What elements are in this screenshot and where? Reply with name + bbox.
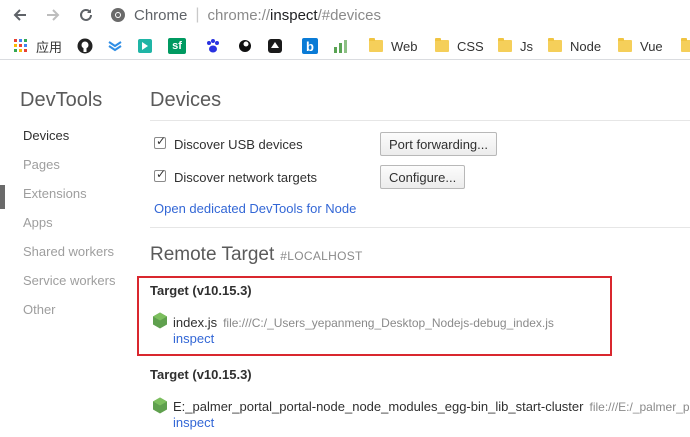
reload-icon	[80, 8, 92, 21]
sf-icon-text: sf	[172, 40, 182, 52]
sidebar-item-apps[interactable]: Apps	[23, 214, 53, 232]
address-separator: |	[195, 6, 200, 23]
bookmark-apps[interactable]: 应用	[13, 36, 62, 56]
bookmark-folder-overflow[interactable]	[680, 36, 690, 56]
forward-arrow-icon	[47, 9, 60, 21]
devices-panel: Devices Discover USB devices Port forwar…	[150, 60, 690, 437]
bookmark-label: Vue	[640, 38, 663, 54]
bookmark-label: Js	[520, 38, 533, 54]
nodejs-icon	[153, 397, 167, 414]
folder-icon	[497, 38, 513, 54]
target-header: Target (v10.15.3)	[150, 367, 252, 382]
page-title: Devices	[150, 89, 222, 111]
bing-icon: b	[302, 38, 318, 54]
remote-target-title: Remote Target	[150, 244, 275, 265]
forward-button[interactable]	[42, 4, 64, 26]
bookmark-teal-icon	[137, 38, 153, 54]
sidebar-item-service-workers[interactable]: Service workers	[23, 272, 115, 290]
folder-icon	[617, 38, 633, 54]
discover-usb-checkbox[interactable]	[154, 134, 166, 149]
back-arrow-icon	[13, 9, 26, 21]
title-divider	[150, 120, 690, 121]
bookmark-blue[interactable]	[107, 36, 123, 56]
bookmark-folder-node[interactable]: Node	[547, 36, 601, 56]
discover-network-label: Discover network targets	[174, 170, 318, 185]
discover-network-checkbox[interactable]	[154, 167, 166, 182]
active-item-indicator	[0, 185, 5, 209]
discover-usb-label: Discover USB devices	[174, 137, 303, 152]
bookmark-label: 应用	[36, 39, 63, 55]
bookmark-folder-css[interactable]: CSS	[434, 36, 484, 56]
sidebar-item-extensions[interactable]: Extensions	[23, 185, 87, 203]
apps-grid-icon	[13, 38, 29, 54]
sidebar-item-pages[interactable]: Pages	[23, 156, 60, 174]
bookmark-label: Node	[570, 38, 602, 54]
folder-icon	[547, 38, 563, 54]
github-icon	[77, 38, 93, 54]
address-host: inspect	[270, 6, 318, 24]
devtools-sidebar: DevTools Devices Pages Extensions Apps S…	[0, 60, 130, 437]
bookmark-folder-js[interactable]: Js	[497, 36, 533, 56]
bookmark-sf[interactable]: sf	[168, 36, 186, 56]
folder-icon	[680, 38, 690, 54]
remote-target-subtitle: #LOCALHOST	[280, 249, 363, 263]
target-name: E:_palmer_portal_portal-node_node_module…	[173, 399, 584, 414]
bookmark-chart[interactable]	[333, 36, 349, 56]
bookmark-chart-icon	[333, 38, 349, 54]
bookmark-dark[interactable]	[267, 36, 283, 56]
bookmark-label: CSS	[457, 38, 484, 54]
address-path: /#devices	[317, 6, 381, 24]
baidu-paw-icon	[205, 38, 221, 54]
back-button[interactable]	[9, 4, 31, 26]
bookmark-label: Web	[391, 38, 418, 54]
address-scheme: chrome://	[207, 6, 271, 24]
bookmark-folder-vue[interactable]: Vue	[617, 36, 663, 56]
bookmark-baidu[interactable]	[205, 36, 221, 56]
reload-button[interactable]	[75, 4, 97, 26]
highlight-annotation-box	[137, 276, 612, 356]
bookmark-black-icon	[237, 38, 253, 54]
port-forwarding-button[interactable]: Port forwarding...	[380, 132, 497, 156]
sidebar-item-shared-workers[interactable]: Shared workers	[23, 243, 114, 261]
sidebar-item-devices[interactable]: Devices	[23, 127, 69, 145]
bookmark-teal[interactable]	[137, 36, 153, 56]
bookmark-dark-icon	[267, 38, 283, 54]
section-divider	[150, 227, 690, 228]
folder-icon	[368, 38, 384, 54]
open-node-devtools-link[interactable]: Open dedicated DevTools for Node	[154, 201, 356, 216]
bookmark-bing[interactable]: b	[302, 36, 318, 56]
target-url: file:///E:/_palmer_po	[589, 400, 690, 414]
chrome-site-icon	[111, 8, 125, 22]
target-entry: E:_palmer_portal_portal-node_node_module…	[173, 399, 690, 414]
sf-icon: sf	[168, 38, 186, 54]
bookmark-github[interactable]	[77, 36, 93, 56]
remote-target-heading: Remote Target #LOCALHOST	[150, 244, 363, 266]
bookmark-black[interactable]	[237, 36, 253, 56]
bing-icon-text: b	[306, 38, 314, 54]
address-bar[interactable]: Chrome | chrome://inspect/#devices	[110, 3, 690, 27]
address-site-label: Chrome	[134, 6, 188, 24]
inspect-link[interactable]: inspect	[173, 415, 214, 430]
bookmark-blue-icon	[107, 38, 123, 54]
folder-icon	[434, 38, 450, 54]
sidebar-title: DevTools	[20, 89, 103, 111]
browser-toolbar: Chrome | chrome://inspect/#devices	[0, 0, 690, 30]
configure-button[interactable]: Configure...	[380, 165, 466, 189]
bookmark-folder-web[interactable]: Web	[368, 36, 418, 56]
sidebar-item-other[interactable]: Other	[23, 301, 56, 319]
bookmarks-bar: 应用 sf b Web CSS Js Node Vue	[0, 32, 690, 60]
